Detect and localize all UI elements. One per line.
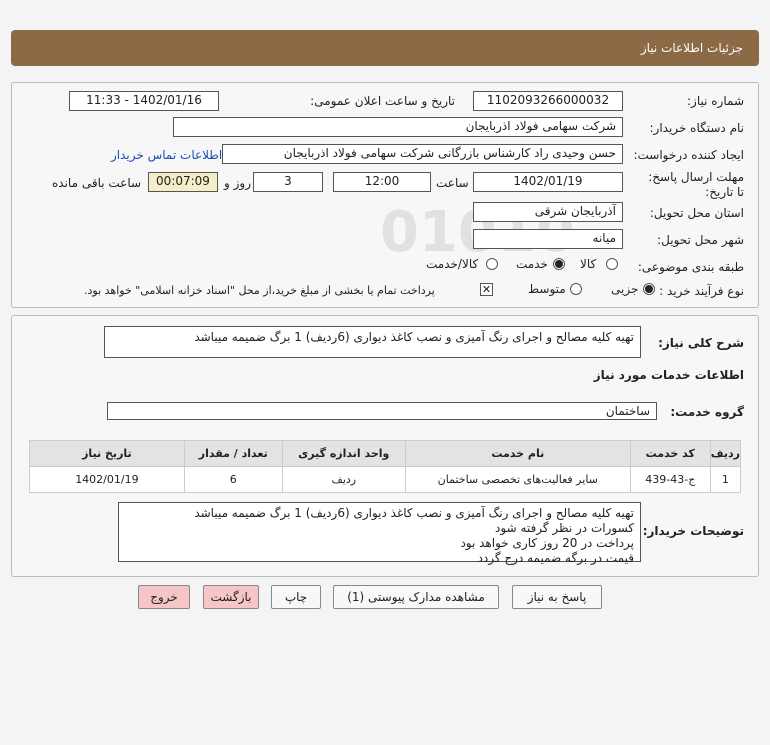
col-name: نام خدمت <box>404 440 631 467</box>
cell-unit: ردیف <box>281 466 406 493</box>
cell-row: 1 <box>709 466 742 493</box>
service-group-field: ساختمان <box>107 402 657 420</box>
province-label: استان محل تحویل: <box>649 206 744 220</box>
process-type-label: نوع فرآیند خرید : <box>659 284 744 298</box>
cell-date: 1402/01/19 <box>29 466 185 493</box>
col-unit: واحد اندازه گیری <box>281 440 406 467</box>
deadline-time-field: 12:00 <box>333 172 431 192</box>
treasury-payment-checkbox[interactable]: ✕ <box>480 283 493 296</box>
city-field: میانه <box>473 229 623 249</box>
table-row: 1 ج-43-439 سایر فعالیت‌های تخصصی ساختمان… <box>29 466 742 493</box>
city-label: شهر محل تحویل: <box>657 233 744 247</box>
deadline-time-label: ساعت <box>436 176 469 190</box>
remaining-label: ساعت باقی مانده <box>52 176 142 190</box>
col-code: کد خدمت <box>629 440 711 467</box>
col-qty: تعداد / مقدار <box>183 440 283 467</box>
cell-qty: 6 <box>183 466 283 493</box>
page-header: جزئیات اطلاعات نیاز <box>11 30 759 66</box>
process-medium-radio[interactable] <box>570 283 582 295</box>
payment-note: پرداخت تمام یا بخشی از مبلغ خرید،از محل … <box>84 284 435 297</box>
need-number-field: 1102093266000032 <box>473 91 623 111</box>
process-minor-label: جزیی <box>611 282 639 296</box>
exit-button[interactable]: خروج <box>138 585 190 609</box>
back-button[interactable]: بازگشت <box>203 585 259 609</box>
category-both-radio[interactable] <box>486 258 498 270</box>
print-button[interactable]: چاپ <box>271 585 321 609</box>
services-table: ردیف کد خدمت نام خدمت واحد اندازه گیری ت… <box>29 440 742 493</box>
view-docs-button[interactable]: مشاهده مدارک پیوستی (1) <box>333 585 499 609</box>
remaining-time-field: 00:07:09 <box>148 172 218 192</box>
services-table-header: ردیف کد خدمت نام خدمت واحد اندازه گیری ت… <box>29 440 742 467</box>
creator-label: ایجاد کننده درخواست: <box>633 148 744 162</box>
page-title: جزئیات اطلاعات نیاز <box>640 41 743 55</box>
buyer-org-field: شرکت سهامی فولاد اذربایجان <box>173 117 623 137</box>
category-service-radio[interactable] <box>553 258 565 270</box>
buyer-notes-field: تهیه کلیه مصالح و اجرای رنگ آمیزی و نصب … <box>118 502 641 565</box>
province-field: آذربایجان شرقی <box>473 202 623 222</box>
buyer-org-label: نام دستگاه خریدار: <box>649 121 745 135</box>
cell-code: ج-43-439 <box>629 466 711 493</box>
creator-field: حسن وحیدی راد کارشناس بازرگانی شرکت سهام… <box>222 144 623 164</box>
contact-buyer-link[interactable]: اطلاعات تماس خریدار <box>111 148 222 162</box>
buyer-note-line: کسورات در نظر گرفته شود <box>495 521 634 535</box>
reply-button[interactable]: پاسخ به نیاز <box>512 585 602 609</box>
buyer-note-line: قیمت در برگه ضمیمه درج گردد <box>477 551 634 565</box>
buyer-note-line: پرداخت در 20 روز کاری خواهد بود <box>460 536 634 550</box>
category-goods-radio[interactable] <box>606 258 618 270</box>
need-number-label: شماره نیاز: <box>687 94 744 108</box>
col-row: ردیف <box>709 440 742 467</box>
summary-label: شرح کلی نیاز: <box>658 336 744 350</box>
announce-field: 1402/01/16 - 11:33 <box>69 91 219 111</box>
services-section-title: اطلاعات خدمات مورد نیاز <box>593 368 744 382</box>
col-date: تاریخ نیاز <box>29 440 185 467</box>
deadline-label: مهلت ارسال پاسخ: تا تاریخ: <box>648 170 744 199</box>
deadline-date-field: 1402/01/19 <box>473 172 623 192</box>
summary-field: تهیه کلیه مصالح و اجرای رنگ آمیزی و نصب … <box>104 326 641 358</box>
buyer-note-line: تهیه کلیه مصالح و اجرای رنگ آمیزی و نصب … <box>194 506 634 520</box>
process-medium-label: متوسط <box>528 282 566 296</box>
category-service-label: خدمت <box>516 257 548 271</box>
category-label: طبقه بندی موضوعی: <box>637 260 744 274</box>
days-field: 3 <box>253 172 323 192</box>
category-goods-label: کالا <box>580 257 597 271</box>
service-group-label: گروه خدمت: <box>670 405 744 419</box>
announce-label: تاریخ و ساعت اعلان عمومی: <box>310 94 455 108</box>
cell-name: سایر فعالیت‌های تخصصی ساختمان <box>404 466 631 493</box>
buyer-notes-label: توضیحات خریدار: <box>642 524 744 538</box>
days-label: روز و <box>224 176 251 190</box>
process-minor-radio[interactable] <box>643 283 655 295</box>
category-both-label: کالا/خدمت <box>426 257 479 271</box>
